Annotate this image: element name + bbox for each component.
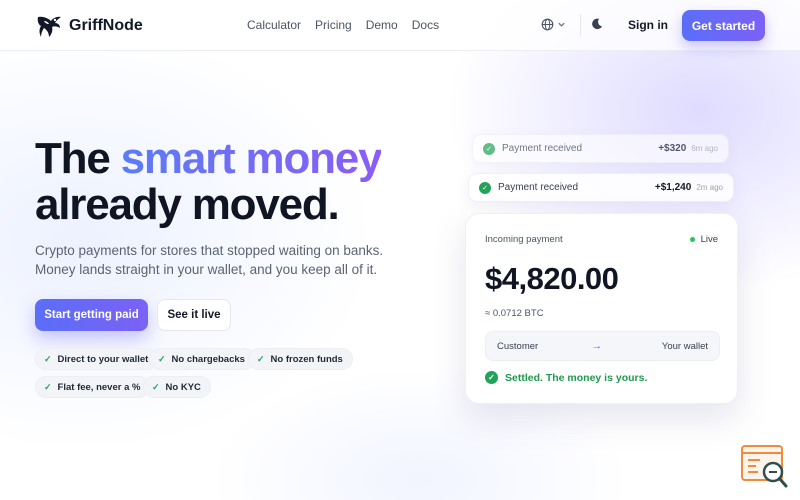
feature-chip: ✓ No chargebacks: [149, 348, 255, 370]
hero-title: The smart money already moved.: [35, 134, 383, 229]
header-divider: [580, 14, 581, 36]
payment-flow: Customer → Your wallet: [485, 331, 720, 361]
main-nav: Calculator Pricing Demo Docs: [247, 18, 453, 32]
check-icon: ✓: [479, 181, 491, 194]
notification-amount: +$1,240: [654, 182, 692, 193]
hero-subtitle-line2: Money lands straight in your wallet, and…: [35, 262, 378, 277]
feature-label: Direct to your wallet: [57, 353, 149, 365]
brand-name: GriffNode: [69, 17, 143, 34]
hero-subtitle: Crypto payments for stores that stopped …: [35, 241, 395, 279]
globe-icon: [541, 18, 554, 31]
payment-notification: ✓ Payment received +$320 6m ago: [472, 134, 729, 163]
top-navbar: GriffNode Calculator Pricing Demo Docs S…: [0, 0, 800, 51]
see-it-live-button[interactable]: See it live: [157, 299, 231, 331]
feature-label: Flat fee, never a %: [57, 381, 141, 393]
feature-chip: ✓ Flat fee, never a %: [35, 376, 151, 398]
get-started-button[interactable]: Get started: [682, 10, 765, 41]
btc-equivalent: ≈ 0.0712 BTC: [485, 308, 544, 319]
feature-label: No KYC: [165, 381, 201, 393]
start-getting-paid-button[interactable]: Start getting paid: [35, 299, 148, 331]
feature-label: No chargebacks: [171, 353, 245, 365]
payment-notification: ✓ Payment received +$1,240 2m ago: [468, 173, 734, 202]
sign-in-link[interactable]: Sign in: [628, 18, 668, 32]
hero-subtitle-line1: Crypto payments for stores that stopped …: [35, 243, 384, 258]
nav-demo[interactable]: Demo: [366, 18, 398, 32]
check-icon: ✓: [152, 381, 160, 392]
feature-chip: ✓ Direct to your wallet: [35, 348, 159, 370]
chevron-down-icon: [558, 22, 565, 27]
feature-chip: ✓ No KYC: [143, 376, 211, 398]
brand-logo[interactable]: GriffNode: [35, 12, 143, 40]
flow-to: Your wallet: [661, 340, 708, 352]
check-icon: ✓: [44, 353, 52, 364]
card-title: Incoming payment: [485, 234, 563, 245]
notification-label: Payment received: [502, 143, 583, 154]
hero-title-plain: The: [35, 134, 111, 183]
nav-calculator[interactable]: Calculator: [247, 18, 301, 32]
notification-label: Payment received: [498, 182, 579, 193]
check-icon: ✓: [44, 381, 52, 392]
settled-label: Settled. The money is yours.: [505, 371, 648, 384]
check-icon: ✓: [158, 353, 166, 364]
hero-title-accent: smart money: [120, 134, 383, 183]
search-code-icon[interactable]: [740, 444, 790, 490]
check-icon: ✓: [257, 353, 265, 364]
language-selector[interactable]: [541, 18, 566, 31]
notification-time: 2m ago: [696, 183, 723, 192]
feature-label: No frozen funds: [270, 353, 343, 365]
arrow-right-icon: →: [591, 340, 603, 352]
check-icon: ✓: [485, 371, 498, 384]
nav-pricing[interactable]: Pricing: [315, 18, 352, 32]
settled-status: ✓ Settled. The money is yours.: [485, 371, 647, 384]
feature-chip: ✓ No frozen funds: [248, 348, 353, 370]
hero-title-line2: already moved.: [35, 180, 340, 229]
nav-docs[interactable]: Docs: [412, 18, 439, 32]
live-label: Live: [700, 234, 718, 245]
griffnode-logo-icon: [37, 16, 61, 37]
live-dot-icon: [689, 237, 695, 242]
flow-from: Customer: [497, 340, 539, 352]
payment-amount: $4,820.00: [485, 261, 619, 296]
notification-amount: +$320: [658, 143, 687, 154]
check-icon: ✓: [483, 142, 495, 155]
live-status-badge: Live: [689, 234, 718, 245]
moon-icon[interactable]: [590, 17, 604, 31]
notification-time: 6m ago: [691, 144, 718, 153]
incoming-payment-card: Incoming payment Live $4,820.00 ≈ 0.0712…: [465, 213, 738, 404]
